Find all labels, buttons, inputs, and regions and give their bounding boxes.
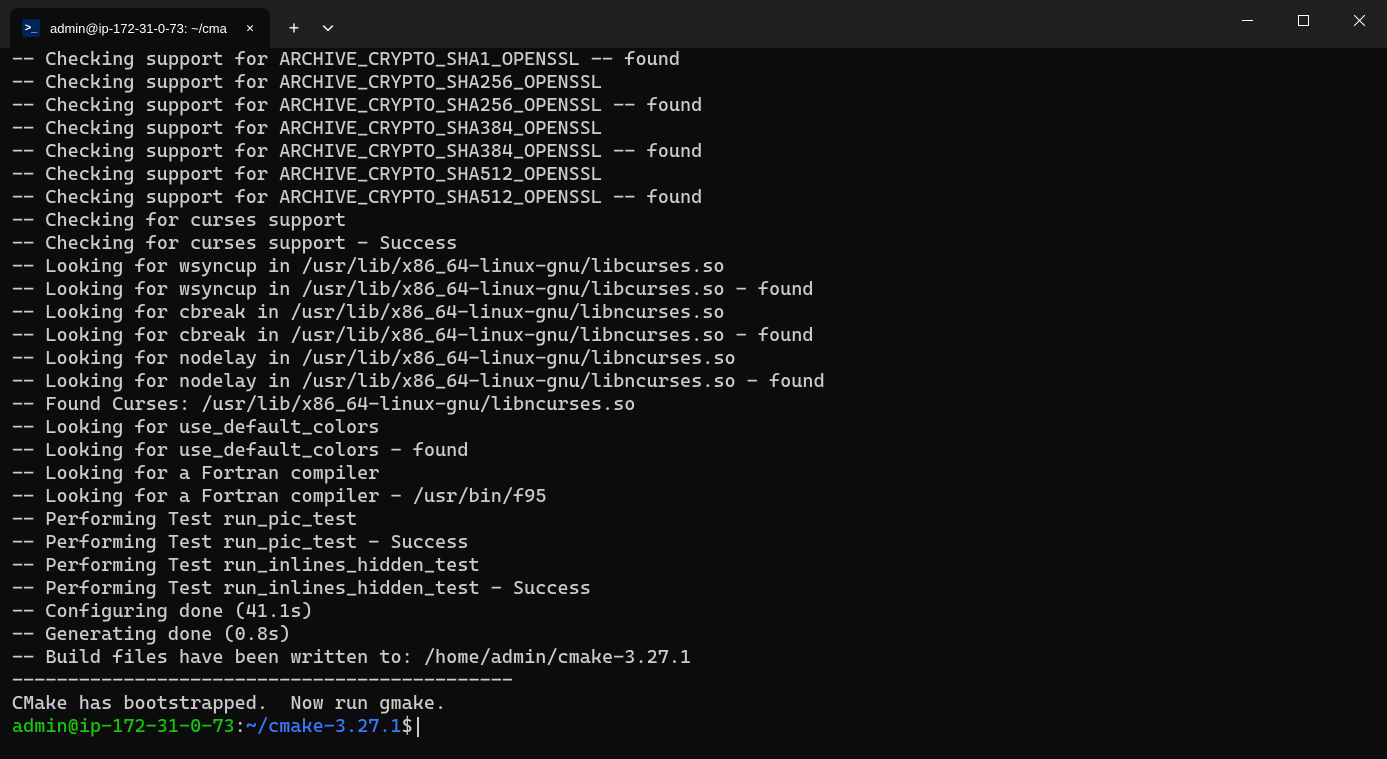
terminal-tab[interactable]: >_ admin@ip-172-31-0-73: ~/cma ✕ [10, 8, 270, 48]
prompt-symbol: $ [402, 715, 413, 737]
window-controls [1219, 0, 1387, 40]
prompt-user-host: admin@ip-172-31-0-73 [12, 715, 235, 737]
tab-title: admin@ip-172-31-0-73: ~/cma [50, 21, 230, 36]
titlebar: >_ admin@ip-172-31-0-73: ~/cma ✕ + [0, 0, 1387, 48]
prompt-path: ~/cmake-3.27.1 [246, 715, 402, 737]
tab-dropdown-button[interactable] [312, 8, 344, 48]
terminal-viewport[interactable]: -- Checking support for ARCHIVE_CRYPTO_S… [0, 48, 1387, 746]
maximize-button[interactable] [1275, 0, 1331, 40]
new-tab-button[interactable]: + [276, 8, 312, 48]
cursor [417, 717, 419, 737]
tab-close-button[interactable]: ✕ [240, 18, 260, 38]
prompt-separator: : [235, 715, 246, 737]
close-window-button[interactable] [1331, 0, 1387, 40]
terminal-output: -- Checking support for ARCHIVE_CRYPTO_S… [12, 48, 1375, 715]
minimize-button[interactable] [1219, 0, 1275, 40]
powershell-icon: >_ [22, 19, 40, 37]
